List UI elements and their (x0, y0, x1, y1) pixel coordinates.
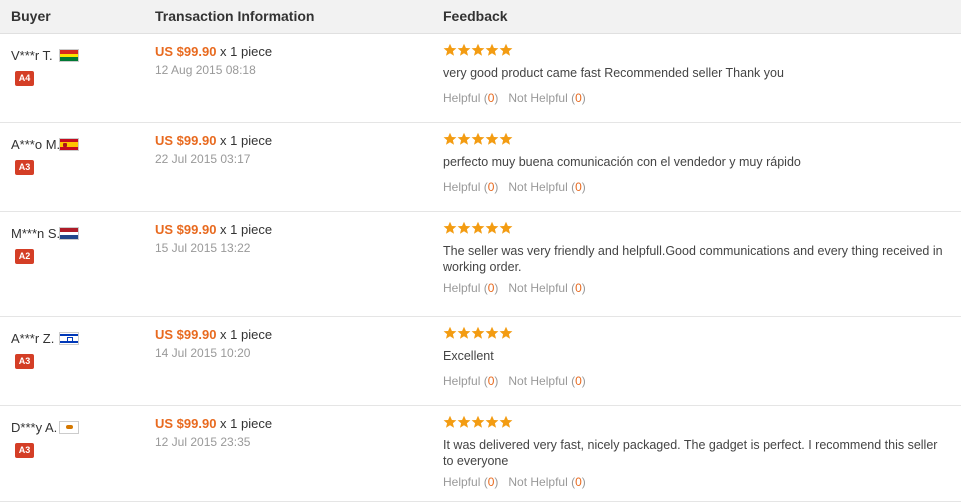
star-icon (457, 132, 471, 146)
star-icon (499, 326, 513, 340)
star-icon (443, 415, 457, 429)
transaction-date: 22 Jul 2015 03:17 (155, 152, 251, 166)
quantity: x 1 piece (216, 133, 273, 148)
buyer-level-badge: A3 (15, 160, 34, 175)
transaction-date: 14 Jul 2015 10:20 (155, 346, 251, 360)
header-buyer: Buyer (11, 8, 51, 24)
star-icon (471, 326, 485, 340)
header-feedback: Feedback (443, 8, 508, 24)
transaction-info: US $99.90 x 1 piece (155, 416, 272, 431)
helpful-link[interactable]: Helpful (0) (443, 91, 498, 105)
not-helpful-link[interactable]: Not Helpful (0) (508, 475, 585, 489)
helpful-votes: Helpful (0) Not Helpful (0) (443, 475, 586, 489)
feedback-table: Buyer Transaction Information Feedback V… (0, 0, 961, 502)
price: US $99.90 (155, 222, 217, 237)
star-icon (457, 326, 471, 340)
feedback-comment: It was delivered very fast, nicely packa… (443, 438, 938, 468)
transaction-info: US $99.90 x 1 piece (155, 44, 272, 59)
feedback-comment: The seller was very friendly and helpful… (443, 244, 943, 274)
feedback-comment: perfecto muy buena comunicación con el v… (443, 155, 801, 169)
quantity: x 1 piece (216, 327, 273, 342)
price: US $99.90 (155, 133, 217, 148)
transaction-date: 15 Jul 2015 13:22 (155, 241, 251, 255)
not-helpful-link[interactable]: Not Helpful (0) (508, 91, 585, 105)
star-icon (457, 221, 471, 235)
helpful-link[interactable]: Helpful (0) (443, 281, 498, 295)
table-row: M***n S. A2 US $99.90 x 1 piece 15 Jul 2015… (0, 212, 961, 317)
transaction-date: 12 Jul 2015 23:35 (155, 435, 251, 449)
rating-stars (443, 43, 513, 57)
table-row: A***o M. A3 US $99.90 x 1 piece 22 Jul 2015… (0, 123, 961, 212)
feedback-rows: V***r T. A4 US $99.90 x 1 piece 12 Aug 2015… (0, 34, 961, 502)
star-icon (471, 132, 485, 146)
not-helpful-link[interactable]: Not Helpful (0) (508, 374, 585, 388)
transaction-info: US $99.90 x 1 piece (155, 222, 272, 237)
helpful-votes: Helpful (0) Not Helpful (0) (443, 180, 586, 194)
buyer-name: M***n S. (11, 226, 61, 241)
israel-flag-icon (59, 332, 79, 345)
table-row: D***y A. A3 US $99.90 x 1 piece 12 Jul 2015… (0, 406, 961, 502)
cyprus-flag-icon (59, 421, 79, 434)
star-icon (485, 221, 499, 235)
buyer-name: V***r T. (11, 48, 53, 63)
star-icon (457, 43, 471, 57)
star-icon (471, 43, 485, 57)
star-icon (485, 415, 499, 429)
star-icon (443, 221, 457, 235)
rating-stars (443, 326, 513, 340)
star-icon (443, 43, 457, 57)
price: US $99.90 (155, 327, 217, 342)
star-icon (485, 326, 499, 340)
star-icon (443, 132, 457, 146)
quantity: x 1 piece (216, 222, 273, 237)
star-icon (443, 326, 457, 340)
feedback-comment: Excellent (443, 349, 494, 363)
star-icon (471, 415, 485, 429)
buyer-level-badge: A4 (15, 71, 34, 86)
rating-stars (443, 415, 513, 429)
table-row: A***r Z. A3 US $99.90 x 1 piece 14 Jul 2015… (0, 317, 961, 406)
price: US $99.90 (155, 44, 217, 59)
helpful-votes: Helpful (0) Not Helpful (0) (443, 281, 586, 295)
star-icon (499, 43, 513, 57)
helpful-votes: Helpful (0) Not Helpful (0) (443, 91, 586, 105)
star-icon (485, 43, 499, 57)
transaction-info: US $99.90 x 1 piece (155, 327, 272, 342)
not-helpful-link[interactable]: Not Helpful (0) (508, 180, 585, 194)
buyer-level-badge: A3 (15, 354, 34, 369)
helpful-link[interactable]: Helpful (0) (443, 475, 498, 489)
table-row: V***r T. A4 US $99.90 x 1 piece 12 Aug 2015… (0, 34, 961, 123)
helpful-votes: Helpful (0) Not Helpful (0) (443, 374, 586, 388)
table-header: Buyer Transaction Information Feedback (0, 0, 961, 34)
star-icon (499, 132, 513, 146)
feedback-comment: very good product came fast Recommended … (443, 66, 784, 80)
buyer-name: A***o M. (11, 137, 61, 152)
transaction-info: US $99.90 x 1 piece (155, 133, 272, 148)
rating-stars (443, 132, 513, 146)
star-icon (485, 132, 499, 146)
buyer-name: A***r Z. (11, 331, 55, 346)
buyer-level-badge: A2 (15, 249, 34, 264)
star-icon (471, 221, 485, 235)
star-icon (499, 221, 513, 235)
not-helpful-link[interactable]: Not Helpful (0) (508, 281, 585, 295)
star-icon (457, 415, 471, 429)
rating-stars (443, 221, 513, 235)
transaction-date: 12 Aug 2015 08:18 (155, 63, 256, 77)
buyer-name: D***y A. (11, 420, 58, 435)
price: US $99.90 (155, 416, 217, 431)
quantity: x 1 piece (216, 44, 273, 59)
header-transaction: Transaction Information (155, 8, 315, 24)
helpful-link[interactable]: Helpful (0) (443, 374, 498, 388)
quantity: x 1 piece (216, 416, 273, 431)
spain-flag-icon (59, 138, 79, 151)
bolivia-flag-icon (59, 49, 79, 62)
helpful-link[interactable]: Helpful (0) (443, 180, 498, 194)
netherlands-flag-icon (59, 227, 79, 240)
buyer-level-badge: A3 (15, 443, 34, 458)
star-icon (499, 415, 513, 429)
